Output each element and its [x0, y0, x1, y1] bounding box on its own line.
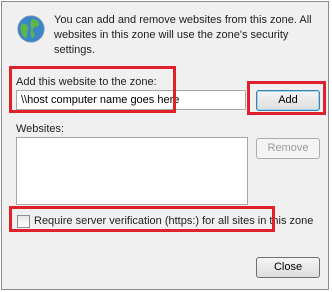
websites-list[interactable] [16, 137, 248, 205]
highlight-verification [9, 206, 275, 232]
sites-dialog: You can add and remove websites from thi… [1, 1, 329, 290]
zone-description: You can add and remove websites from thi… [54, 14, 312, 56]
close-button[interactable]: Close [256, 257, 320, 278]
globe-icon [17, 15, 45, 43]
highlight-add-section [9, 66, 176, 113]
websites-label: Websites: [16, 123, 65, 135]
remove-button[interactable]: Remove [256, 138, 320, 159]
highlight-add-button [247, 81, 326, 115]
